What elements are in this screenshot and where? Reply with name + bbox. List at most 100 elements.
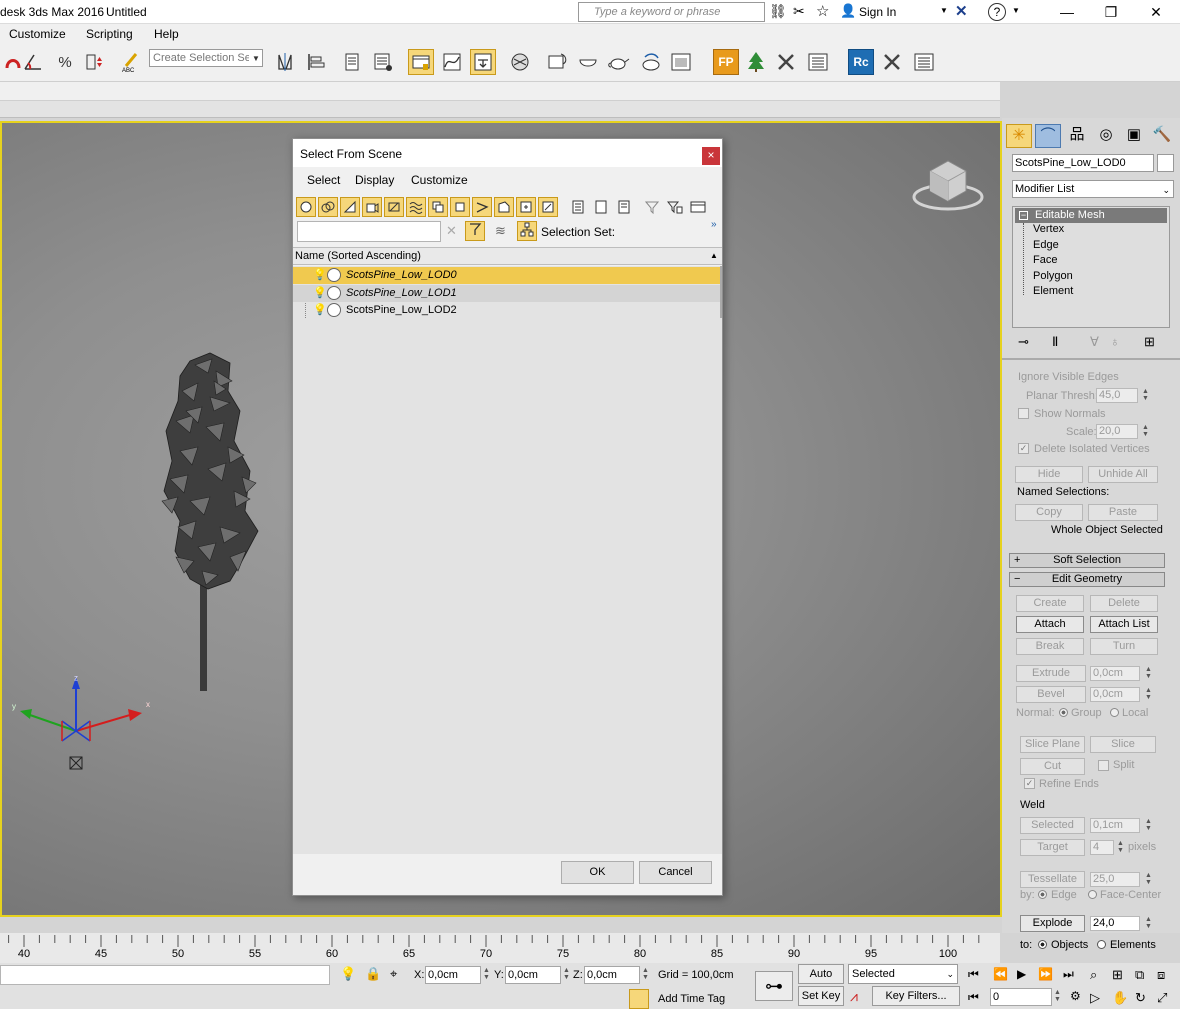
object-name-field[interactable]: ScotsPine_Low_LOD0	[1012, 154, 1154, 172]
object-color-swatch[interactable]	[1157, 154, 1174, 172]
freeze-toggle-icon[interactable]	[327, 268, 341, 282]
sync-selection-icon[interactable]	[465, 221, 485, 241]
show-normals-checkbox[interactable]	[1018, 408, 1029, 419]
copy-button[interactable]: Copy	[1015, 504, 1083, 521]
scale-field[interactable]: 20,0	[1096, 424, 1138, 439]
menu-customize[interactable]: Customize	[9, 27, 66, 41]
menu-scripting[interactable]: Scripting	[86, 27, 133, 41]
modifier-list-dropdown[interactable]: Modifier List ⌄	[1012, 180, 1174, 198]
time-slider-ruler[interactable]: 40 45 50 55 60 65 70 75 80 85 90 95 100	[0, 933, 1000, 963]
zoom-icon[interactable]: ⌕	[1090, 967, 1097, 983]
railclone-tools-icon[interactable]	[879, 49, 905, 75]
weld-target-button[interactable]: Target	[1020, 839, 1085, 856]
face-center-radio[interactable]	[1088, 890, 1097, 899]
zoom-extents-icon[interactable]: ⧉	[1135, 967, 1144, 983]
next-frame-icon[interactable]: ⏩	[1038, 967, 1053, 981]
stack-subobject-vertex[interactable]: Vertex	[1033, 223, 1064, 235]
search-input[interactable]: Type a keyword or phrase	[578, 2, 765, 22]
key-tangent-icon[interactable]: ⩘	[850, 988, 858, 1005]
local-radio[interactable]	[1110, 708, 1119, 717]
pine-tree-mesh[interactable]	[150, 351, 270, 696]
list-item[interactable]: 💡 ScotsPine_Low_LOD0	[293, 267, 722, 284]
set-key-mode-icon[interactable]: ⊶	[755, 971, 793, 1001]
filter-bones-icon[interactable]	[472, 197, 492, 217]
play-icon[interactable]: ▶	[1017, 967, 1026, 981]
objects-radio[interactable]	[1038, 940, 1047, 949]
filter-xrefs-icon[interactable]	[450, 197, 470, 217]
maxscript-listener-field[interactable]	[0, 965, 330, 985]
selection-lock-icon[interactable]: 🔒	[365, 966, 381, 982]
turn-button[interactable]: Turn	[1090, 638, 1158, 655]
refine-ends-checkbox[interactable]: ✓	[1024, 778, 1035, 789]
dialog-menu-select[interactable]: Select	[307, 173, 340, 187]
remove-modifier-icon[interactable]: ♁	[1110, 334, 1120, 349]
hierarchy-tab-icon[interactable]: 品	[1064, 124, 1090, 148]
time-configuration-icon[interactable]: ⚙	[1070, 989, 1081, 1003]
sign-in-link[interactable]: Sign In	[859, 5, 896, 19]
cut-button[interactable]: Cut	[1020, 758, 1085, 775]
break-button[interactable]: Break	[1016, 638, 1084, 655]
attach-list-button[interactable]: Attach List	[1090, 616, 1158, 633]
stack-subobject-polygon[interactable]: Polygon	[1033, 270, 1073, 282]
ok-button[interactable]: OK	[561, 861, 634, 884]
filter-geometry-icon[interactable]	[296, 197, 316, 217]
maximize-button[interactable]: ❐	[1098, 2, 1124, 22]
maximize-viewport-icon[interactable]: ⤢	[1157, 990, 1167, 1006]
curve-editor-icon[interactable]	[439, 49, 465, 75]
weld-selected-button[interactable]: Selected	[1020, 817, 1085, 834]
zoom-extents-all-icon[interactable]: ⧈	[1157, 967, 1165, 983]
y-spinner[interactable]: ▲ ▼	[562, 967, 571, 982]
add-time-tag-label[interactable]: Add Time Tag	[658, 993, 725, 1005]
rendered-frame-window-icon[interactable]	[668, 49, 694, 75]
tessellate-spinner[interactable]: ▲ ▼	[1144, 872, 1153, 887]
find-field[interactable]	[297, 221, 441, 242]
extrude-spinner[interactable]: ▲ ▼	[1144, 666, 1153, 681]
tree-icon[interactable]	[743, 49, 769, 75]
planar-thresh-spinner[interactable]: ▲ ▼	[1141, 388, 1150, 403]
elements-radio[interactable]	[1097, 940, 1106, 949]
scene-explorer-icon[interactable]	[339, 49, 365, 75]
filter-helpers-icon[interactable]	[384, 197, 404, 217]
edit-named-selection-icon[interactable]: ABC	[118, 49, 144, 75]
explode-field[interactable]: 24,0	[1090, 916, 1140, 931]
stack-subobject-edge[interactable]: Edge	[1033, 239, 1059, 251]
render-teapot-icon[interactable]	[606, 49, 632, 75]
percent-snap-icon[interactable]: %	[52, 49, 78, 75]
auto-key-button[interactable]: Auto Key	[798, 964, 844, 998]
named-selection-set-dropdown[interactable]: Create Selection Se ▼	[149, 49, 263, 67]
frame-spinner[interactable]: ▲ ▼	[1053, 989, 1062, 1004]
filter-spacewarps-icon[interactable]	[406, 197, 426, 217]
dialog-menu-display[interactable]: Display	[355, 173, 394, 187]
filter-frozen-icon[interactable]	[516, 197, 536, 217]
create-tab-icon[interactable]: ✳	[1006, 124, 1032, 148]
filter-shapes-icon[interactable]	[318, 197, 338, 217]
edit-geometry-rollout[interactable]: − Edit Geometry	[1009, 572, 1165, 587]
time-tag-icon[interactable]	[629, 989, 649, 1009]
scale-spinner[interactable]: ▲ ▼	[1141, 424, 1150, 439]
isolate-selection-icon[interactable]: 💡	[340, 966, 356, 982]
x-coord-field[interactable]: 0,0cm	[425, 966, 481, 984]
zoom-all-icon[interactable]: ⊞	[1112, 967, 1123, 983]
cancel-button[interactable]: Cancel	[639, 861, 712, 884]
stack-item-editable-mesh[interactable]: − Editable Mesh	[1015, 208, 1167, 223]
angle-snap-icon[interactable]	[20, 49, 46, 75]
hide-button[interactable]: Hide	[1015, 466, 1083, 483]
name-column-header[interactable]: Name (Sorted Ascending) ▲	[293, 247, 722, 265]
stack-subobject-face[interactable]: Face	[1033, 254, 1057, 266]
filter-groups-icon[interactable]	[428, 197, 448, 217]
dialog-close-button[interactable]: ×	[702, 147, 720, 165]
filter-options-icon[interactable]	[665, 197, 685, 217]
tessellate-button[interactable]: Tessellate	[1020, 871, 1085, 888]
create-button[interactable]: Create	[1016, 595, 1084, 612]
x-spinner[interactable]: ▲ ▼	[482, 967, 491, 982]
z-spinner[interactable]: ▲ ▼	[641, 967, 650, 982]
filter-hidden-icon[interactable]	[538, 197, 558, 217]
key-selection-dropdown[interactable]: Selected ⌄	[848, 964, 958, 984]
railclone-list-icon[interactable]	[911, 49, 937, 75]
slice-plane-button[interactable]: Slice Plane	[1020, 736, 1085, 753]
field-of-view-icon[interactable]: ▷	[1090, 990, 1100, 1006]
show-end-result-icon[interactable]: Ⅱ	[1052, 334, 1058, 350]
light-bulb-off-icon[interactable]: 💡	[313, 286, 327, 299]
delete-button[interactable]: Delete	[1090, 595, 1158, 612]
column-chooser-icon[interactable]	[688, 197, 708, 217]
